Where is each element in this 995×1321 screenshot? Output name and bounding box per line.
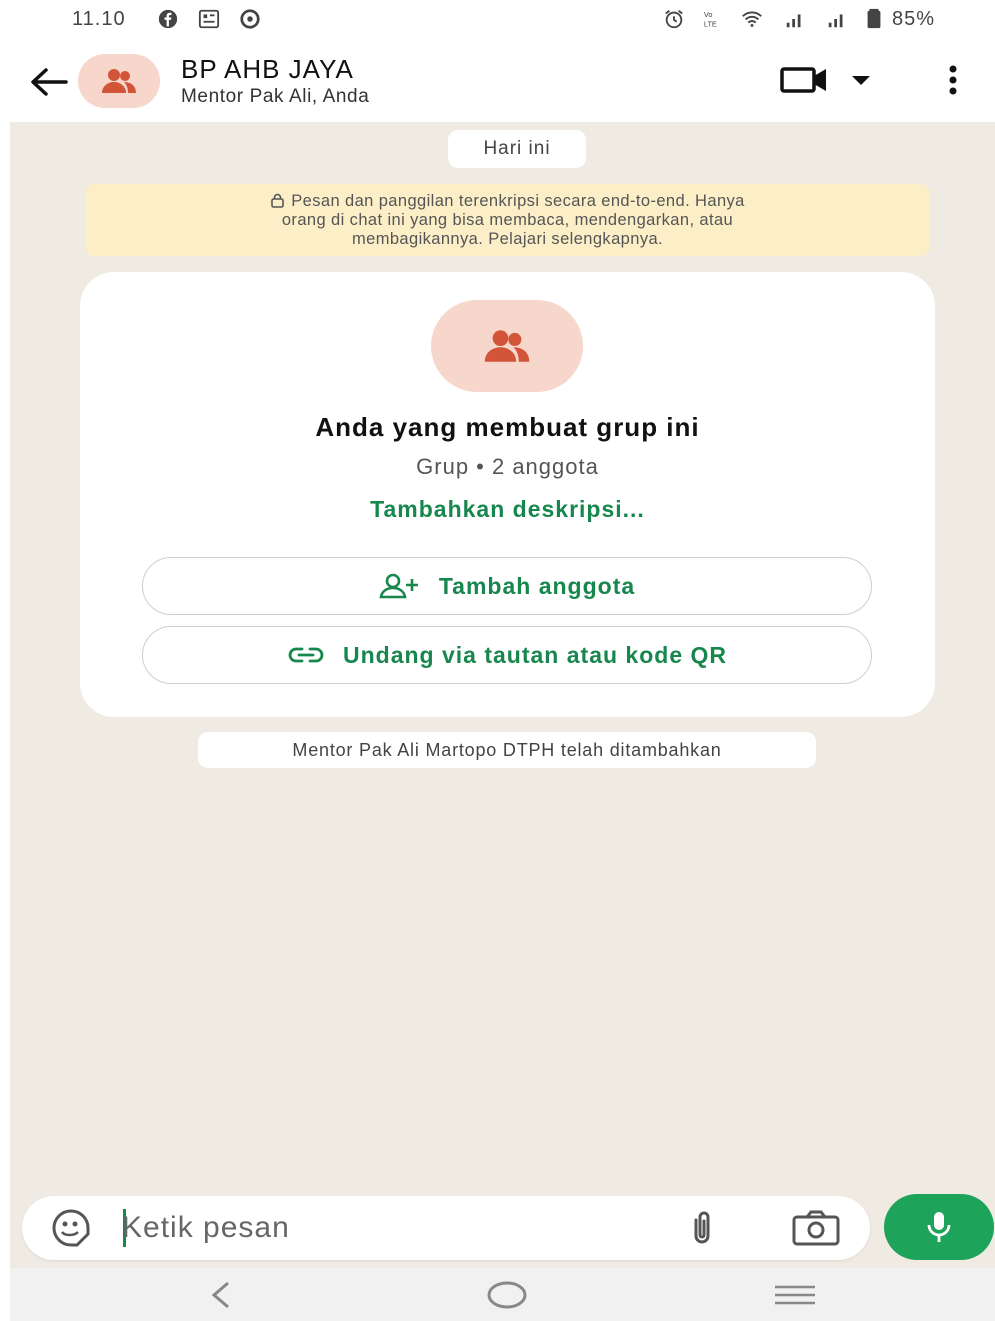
add-member-label: Tambah anggota (438, 572, 636, 599)
attachment-icon[interactable] (682, 1208, 722, 1248)
group-icon (484, 330, 530, 362)
chat-subtitle[interactable]: Mentor Pak Ali, Anda (181, 86, 369, 108)
invite-link-label: Undang via tautan atau kode QR (343, 641, 727, 668)
svg-text:Vo: Vo (704, 10, 713, 19)
app-icon (240, 9, 260, 29)
status-bar: 11.10 Vo LTE 85% (0, 0, 995, 40)
nav-recents-button[interactable] (770, 1276, 820, 1314)
link-icon (288, 647, 324, 663)
group-member-count: Grup • 2 anggota (416, 454, 599, 479)
home-circle-icon (487, 1281, 527, 1309)
add-description-link[interactable]: Tambahkan deskripsi... (80, 496, 935, 523)
invite-link-button[interactable]: Undang via tautan atau kode QR (142, 626, 872, 684)
message-composer (22, 1196, 870, 1260)
system-navigation-bar (10, 1268, 995, 1321)
microphone-icon (927, 1212, 951, 1242)
facebook-icon (158, 9, 178, 29)
group-avatar-large[interactable] (431, 300, 583, 392)
signal-icon (828, 14, 843, 28)
dropdown-caret-icon (852, 76, 870, 85)
signal-icon (786, 14, 801, 28)
svg-text:LTE: LTE (704, 19, 717, 28)
more-vertical-icon (949, 65, 957, 95)
alarm-icon (665, 10, 683, 29)
chat-area: Hari ini Pesan dan panggilan terenkripsi… (10, 122, 995, 1268)
group-created-title: Anda yang membuat grup ini (315, 412, 700, 442)
encryption-notice[interactable]: Pesan dan panggilan terenkripsi secara e… (85, 184, 930, 256)
video-call-icon (780, 67, 826, 93)
lock-icon (271, 193, 285, 208)
sticker-emoji-icon[interactable] (44, 1208, 98, 1248)
more-options-button[interactable] (935, 58, 971, 102)
encryption-notice-line: Pesan dan panggilan terenkripsi secara e… (85, 192, 930, 211)
encryption-notice-line: orang di chat ini yang bisa membaca, men… (281, 211, 734, 229)
group-avatar[interactable] (78, 54, 160, 108)
system-message: Mentor Pak Ali Martopo DTPH telah ditamb… (198, 732, 816, 768)
camera-icon[interactable] (790, 1208, 842, 1248)
volte-icon: VoLTE (704, 10, 717, 28)
voice-message-button[interactable] (884, 1194, 994, 1260)
chevron-left-icon (211, 1281, 229, 1309)
chat-title[interactable]: BP AHB JAYA (181, 54, 354, 85)
back-arrow-icon[interactable] (26, 62, 70, 102)
gallery-icon (198, 9, 220, 29)
nav-home-button[interactable] (482, 1276, 532, 1314)
add-person-icon (379, 573, 418, 599)
battery-percent: 85% (892, 8, 936, 30)
video-call-button[interactable] (778, 58, 830, 102)
recents-menu-icon (775, 1285, 815, 1305)
message-input[interactable] (122, 1204, 662, 1252)
call-options-dropdown[interactable] (846, 58, 876, 102)
group-info-card: Anda yang membuat grup ini Grup • 2 angg… (80, 272, 935, 717)
group-icon (102, 69, 136, 93)
date-chip: Hari ini (448, 130, 586, 168)
chat-header: BP AHB JAYA Mentor Pak Ali, Anda (0, 40, 995, 122)
battery-icon (867, 8, 881, 29)
app-screen: 11.10 Vo LTE 85% BP AHB JAYA Mentor Pak A… (0, 0, 995, 1321)
add-member-button[interactable]: Tambah anggota (142, 557, 872, 615)
status-time: 11.10 (72, 8, 126, 30)
nav-back-button[interactable] (198, 1276, 242, 1314)
wifi-icon (742, 11, 762, 27)
encryption-notice-line: membagikannya. Pelajari selengkapnya. (351, 230, 664, 248)
